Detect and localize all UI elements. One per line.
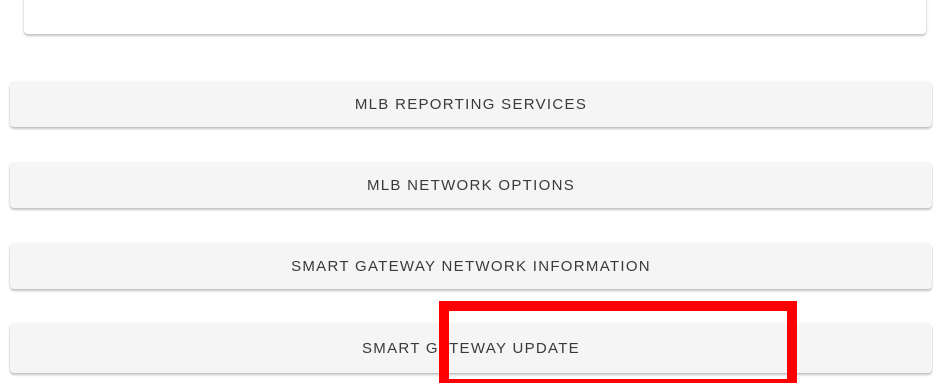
button-label: MLB NETWORK OPTIONS: [366, 177, 576, 194]
smart-gateway-update-button[interactable]: SMART GATEWAY UPDATE: [10, 324, 932, 373]
mlb-reporting-services-button[interactable]: MLB REPORTING SERVICES: [10, 82, 932, 127]
button-label: SMART GATEWAY NETWORK INFORMATION: [291, 258, 651, 275]
button-label: SMART GATEWAY UPDATE: [362, 340, 580, 357]
button-label: MLB REPORTING SERVICES: [354, 96, 588, 113]
mlb-network-options-button[interactable]: MLB NETWORK OPTIONS: [10, 163, 932, 208]
smart-gateway-network-information-button[interactable]: SMART GATEWAY NETWORK INFORMATION: [10, 244, 932, 289]
settings-page: MLB REPORTING SERVICES MLB NETWORK OPTIO…: [0, 0, 933, 383]
top-card: [24, 0, 926, 34]
